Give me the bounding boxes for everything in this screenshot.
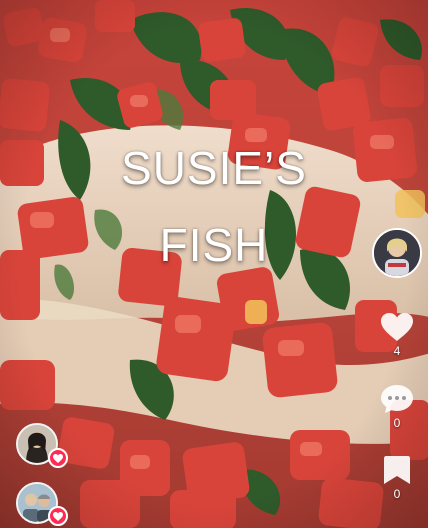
comment-count: 0 — [393, 416, 401, 430]
overlay-title-line-1: SUSIE’S — [121, 142, 307, 194]
heart-badge-icon — [53, 453, 63, 463]
overlay-title-line-2: FISH — [159, 219, 269, 271]
save-button[interactable]: 0 — [376, 455, 418, 501]
comment-button[interactable]: 0 — [376, 384, 418, 430]
like-button[interactable]: 4 — [376, 312, 418, 358]
video-viewport[interactable]: SUSIE’S FISH 4 0 0 — [0, 0, 428, 528]
friend-2-heart-badge — [48, 506, 68, 526]
like-count: 4 — [393, 344, 401, 358]
heart-badge-icon — [53, 511, 63, 521]
heart-icon — [381, 313, 413, 341]
bookmark-icon — [384, 456, 410, 484]
friend-1-heart-badge — [48, 448, 68, 468]
comment-bubble-icon — [381, 385, 413, 413]
save-count: 0 — [393, 487, 401, 501]
creator-avatar[interactable] — [372, 228, 422, 278]
creator-avatar-image — [374, 230, 420, 276]
